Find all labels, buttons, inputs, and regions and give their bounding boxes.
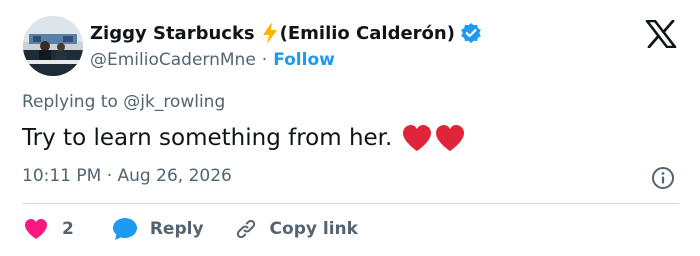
- reply-icon: [112, 217, 138, 241]
- tweet-body: Try to learn something from her.: [22, 121, 465, 155]
- replying-to-prefix: Replying to: [22, 92, 118, 112]
- copy-link-button[interactable]: Copy link: [234, 217, 358, 241]
- display-name[interactable]: Ziggy Starbucks: [90, 23, 255, 44]
- x-logo-icon[interactable]: [645, 19, 677, 49]
- verified-icon: [460, 22, 482, 44]
- like-count: 2: [62, 219, 74, 239]
- avatar-photo: [23, 16, 83, 76]
- separator-dot: ·: [261, 50, 268, 70]
- author-name-row: Ziggy Starbucks (Emilio Calderón): [90, 20, 482, 46]
- tweet-timestamp[interactable]: 10:11 PM · Aug 26, 2026: [22, 166, 232, 186]
- display-name-suffix[interactable]: (Emilio Calderón): [280, 23, 455, 44]
- heart-emoji-icon: [435, 124, 465, 152]
- like-button[interactable]: 2: [24, 218, 74, 240]
- replying-to-mention[interactable]: @jk_rowling: [123, 92, 225, 112]
- author-handle[interactable]: @EmilioCadernMne: [90, 50, 256, 70]
- divider: [22, 203, 679, 204]
- avatar[interactable]: [23, 16, 83, 76]
- reply-button[interactable]: Reply: [112, 217, 204, 241]
- action-bar: 2 Reply Copy link: [24, 216, 358, 242]
- heart-emoji-icon: [402, 124, 432, 152]
- info-icon[interactable]: [651, 166, 675, 190]
- like-icon: [24, 218, 48, 240]
- author-handle-row: @EmilioCadernMne · Follow: [90, 48, 335, 72]
- heart-emojis: [402, 124, 465, 152]
- reply-label: Reply: [149, 219, 204, 239]
- copy-link-label: Copy link: [269, 219, 358, 239]
- link-icon: [234, 217, 258, 241]
- tweet-text: Try to learn something from her.: [22, 125, 393, 151]
- follow-button[interactable]: Follow: [273, 50, 335, 70]
- replying-to-line: Replying to @jk_rowling: [22, 92, 225, 112]
- bolt-icon: [261, 22, 279, 44]
